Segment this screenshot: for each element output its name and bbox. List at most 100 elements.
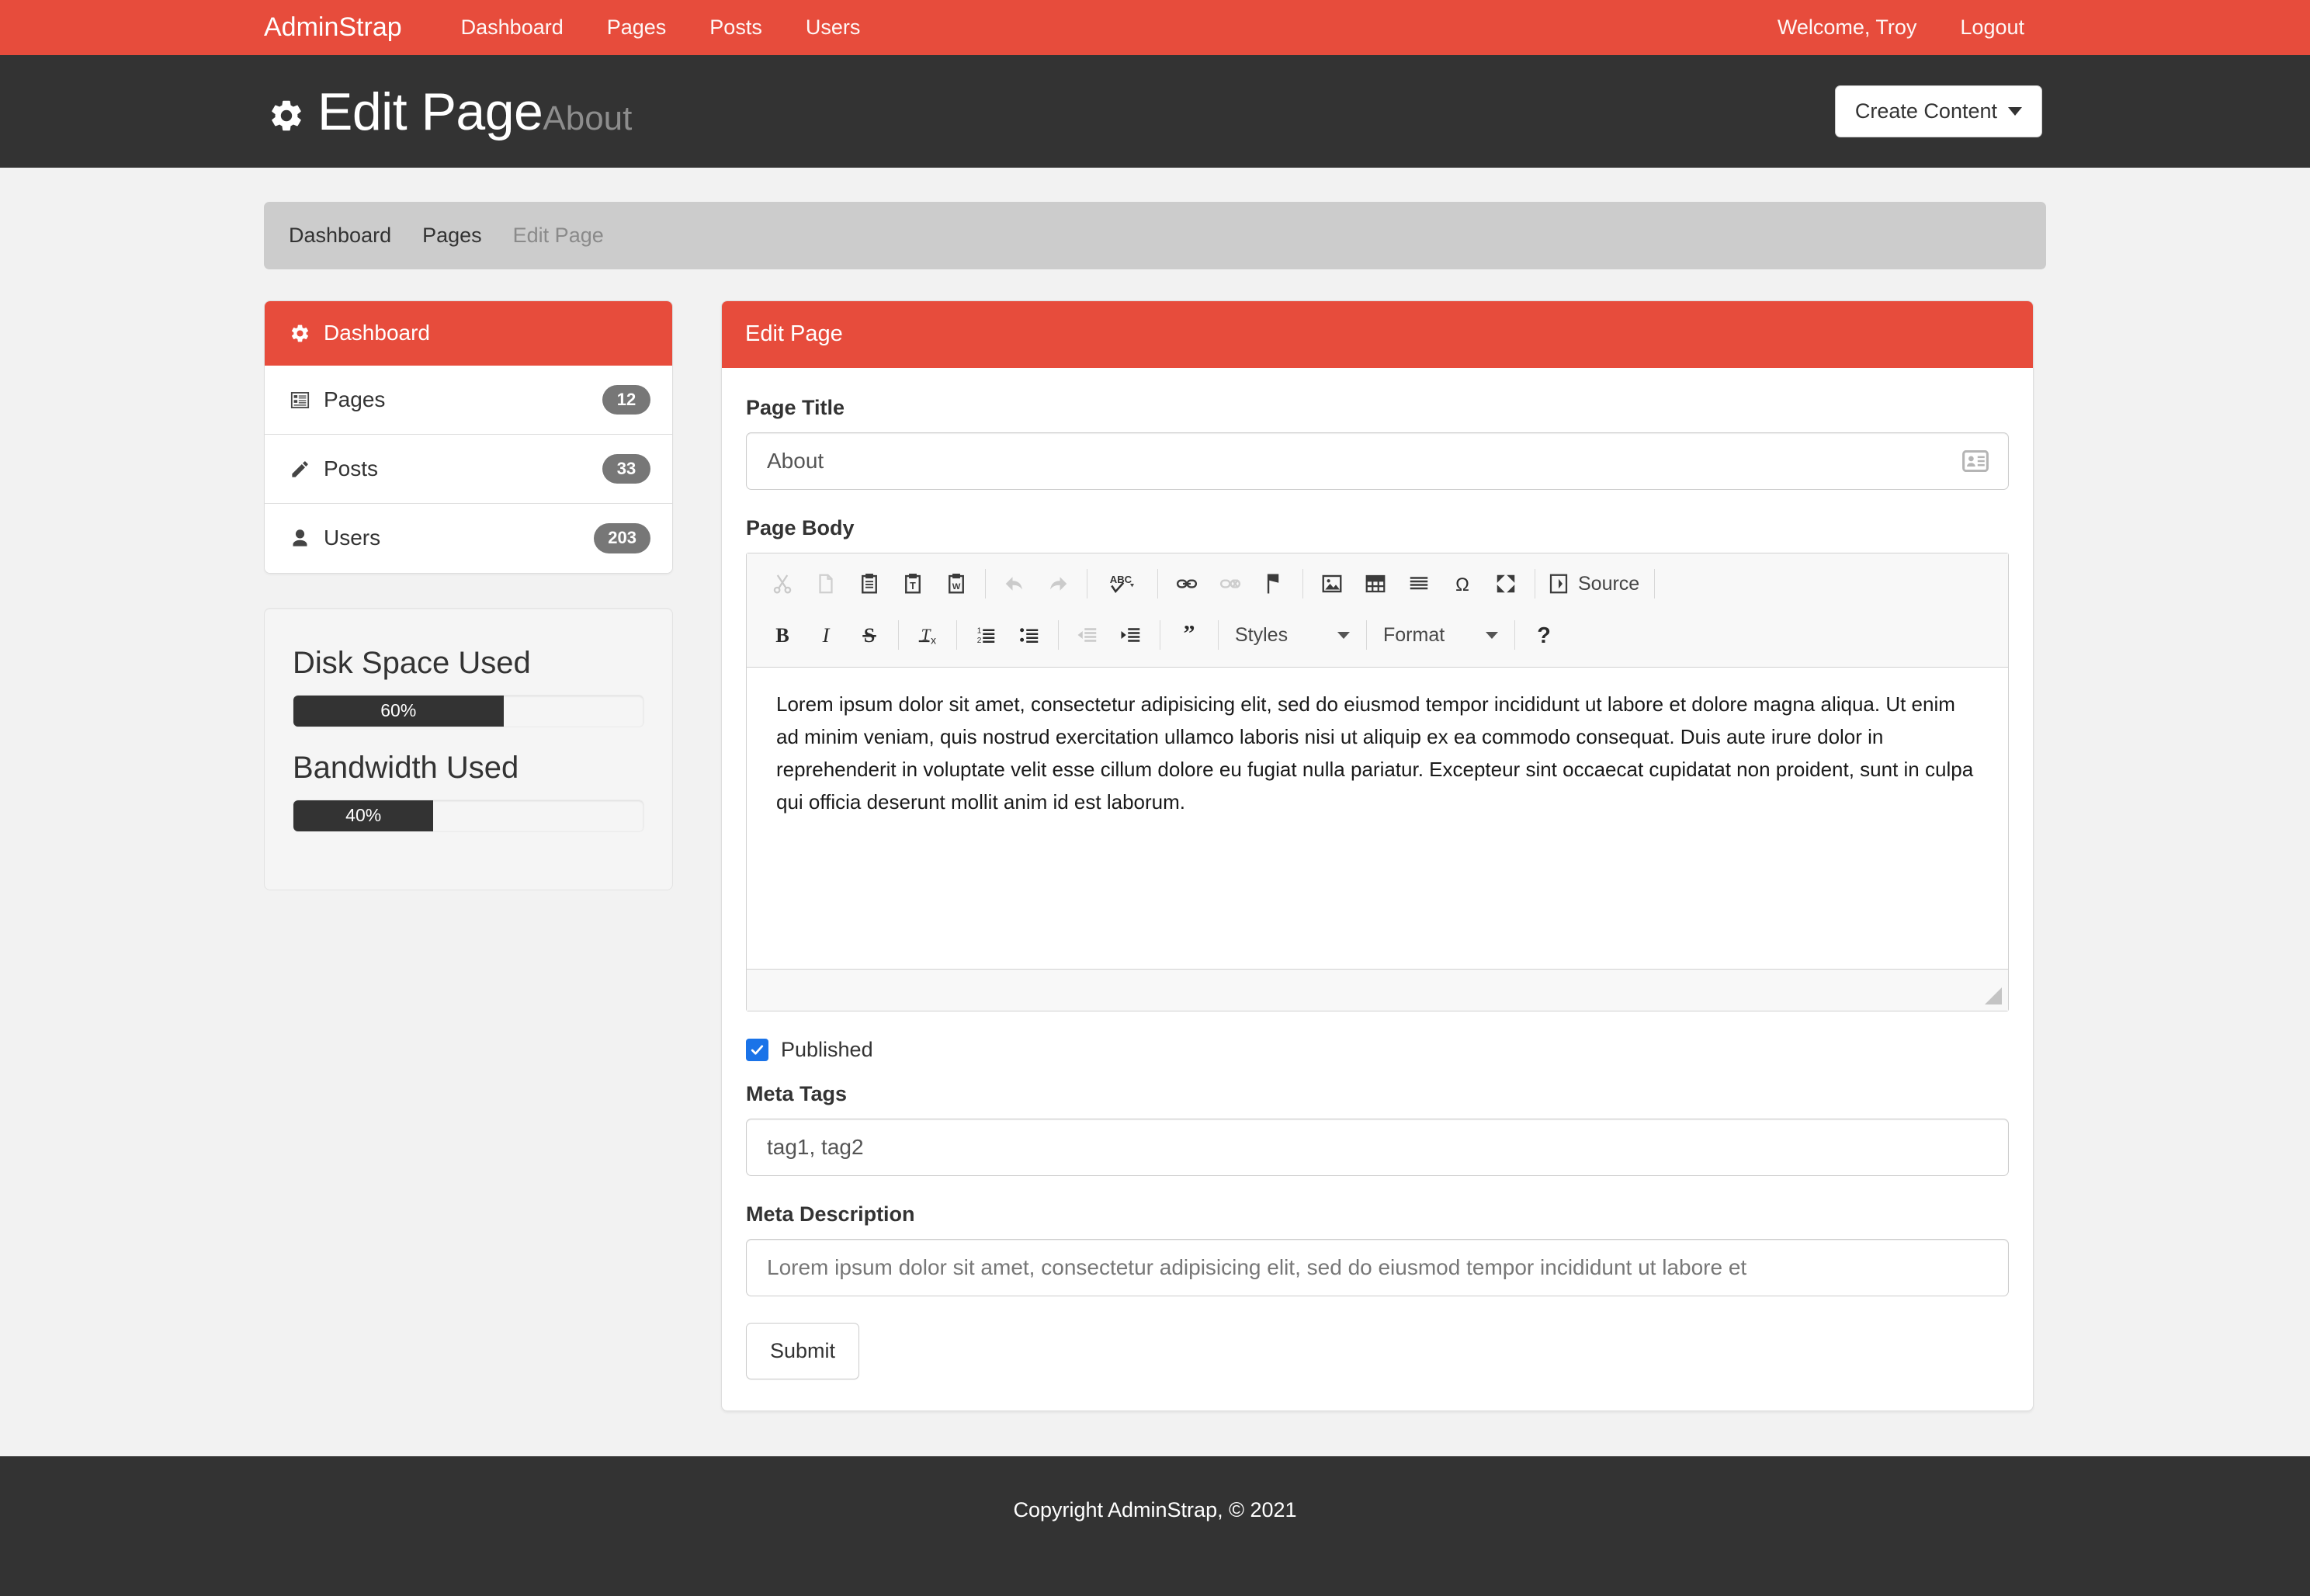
unlink-icon[interactable]: [1209, 564, 1252, 604]
page-header: Edit Page About Create Content: [0, 55, 2310, 168]
svg-text:ABC: ABC: [1110, 574, 1132, 585]
page-title-input[interactable]: [746, 432, 2009, 490]
sidebar-item-posts[interactable]: Posts 33: [265, 435, 672, 504]
svg-text:2: 2: [977, 637, 982, 645]
toolbar-separator: [1058, 620, 1059, 650]
rich-text-editor: T W: [746, 553, 2009, 1011]
toolbar-separator: [898, 620, 899, 650]
source-label: Source: [1578, 573, 1639, 595]
toolbar-separator: [956, 620, 957, 650]
meta-tags-label: Meta Tags: [746, 1082, 2009, 1106]
numbered-list-icon[interactable]: 12: [964, 615, 1008, 655]
top-navbar: AdminStrap Dashboard Pages Posts Users W…: [0, 0, 2310, 55]
page-body-group: Page Body: [746, 516, 2009, 1011]
outdent-icon[interactable]: [1066, 615, 1109, 655]
sidebar-nav-list: Dashboard: [264, 300, 673, 574]
page-title-label: Page Title: [746, 396, 2009, 420]
chevron-down-icon: [1337, 632, 1350, 639]
nav-link-posts[interactable]: Posts: [688, 16, 784, 40]
usage-stats-panel: Disk Space Used 60% Bandwidth Used 40%: [264, 608, 673, 890]
page-title-group: Edit Page About: [268, 85, 632, 138]
submit-button[interactable]: Submit: [746, 1323, 859, 1379]
anchor-icon[interactable]: [1252, 564, 1295, 604]
bandwidth-progress: 40%: [293, 800, 644, 832]
sidebar-item-users[interactable]: Users 203: [265, 504, 672, 572]
breadcrumb-item-pages[interactable]: Pages: [422, 224, 482, 248]
link-icon[interactable]: [1165, 564, 1209, 604]
svg-text:Ω: Ω: [1455, 574, 1469, 595]
paste-text-icon[interactable]: T: [891, 564, 935, 604]
table-icon[interactable]: [1354, 564, 1397, 604]
create-content-button[interactable]: Create Content: [1835, 85, 2042, 137]
blockquote-icon[interactable]: ”: [1167, 615, 1211, 655]
horizontal-rule-icon[interactable]: [1397, 564, 1441, 604]
maximize-icon[interactable]: [1484, 564, 1528, 604]
sidebar-item-dashboard[interactable]: Dashboard: [265, 301, 672, 366]
editor-toolbar-row-2: B I S: [753, 609, 2002, 661]
sidebar-badge-users: 203: [594, 523, 650, 553]
spellcheck-icon[interactable]: ABC: [1094, 564, 1150, 604]
styles-dropdown[interactable]: Styles: [1226, 615, 1359, 655]
format-dropdown[interactable]: Format: [1374, 615, 1507, 655]
page-body-label: Page Body: [746, 516, 2009, 540]
bandwidth-progress-bar: 40%: [293, 800, 433, 831]
cut-icon[interactable]: [761, 564, 804, 604]
editor-content-area[interactable]: Lorem ipsum dolor sit amet, consectetur …: [747, 668, 2008, 969]
main-content: Edit Page Page Title: [721, 300, 2034, 1411]
toolbar-separator: [985, 569, 986, 598]
gear-icon: [268, 97, 305, 134]
edit-page-panel: Edit Page Page Title: [721, 300, 2034, 1411]
special-char-icon[interactable]: Ω: [1441, 564, 1484, 604]
primary-nav: Dashboard Pages Posts Users: [439, 16, 883, 40]
resize-handle-icon[interactable]: [1985, 987, 2002, 1004]
nav-link-logout[interactable]: Logout: [1938, 16, 2046, 40]
source-button[interactable]: Source: [1542, 572, 1647, 595]
panel-heading: Edit Page: [722, 301, 2033, 368]
meta-description-input[interactable]: [746, 1239, 2009, 1296]
italic-icon[interactable]: I: [804, 615, 848, 655]
image-icon[interactable]: [1310, 564, 1354, 604]
nav-link-pages[interactable]: Pages: [585, 16, 688, 40]
bold-icon[interactable]: B: [761, 615, 804, 655]
meta-description-group: Meta Description: [746, 1202, 2009, 1296]
breadcrumb: Dashboard Pages Edit Page: [264, 202, 2046, 269]
paste-icon[interactable]: [848, 564, 891, 604]
strikethrough-icon[interactable]: S: [848, 615, 891, 655]
breadcrumb-item-dashboard[interactable]: Dashboard: [289, 224, 391, 248]
nav-link-dashboard[interactable]: Dashboard: [439, 16, 585, 40]
toolbar-separator: [1218, 620, 1219, 650]
sidebar-badge-pages: 12: [602, 385, 650, 415]
paste-word-icon[interactable]: W: [935, 564, 978, 604]
svg-text:W: W: [952, 582, 961, 592]
svg-text:”: ”: [1184, 623, 1195, 647]
undo-icon[interactable]: [993, 564, 1036, 604]
svg-text:B: B: [775, 624, 789, 647]
toolbar-separator: [1654, 569, 1655, 598]
secondary-nav: Welcome, Troy Logout: [1756, 16, 2046, 40]
redo-icon[interactable]: [1036, 564, 1080, 604]
toolbar-separator: [1302, 569, 1303, 598]
nav-link-users[interactable]: Users: [784, 16, 883, 40]
published-label: Published: [781, 1038, 873, 1062]
disk-space-progress-bar: 60%: [293, 696, 504, 727]
svg-text:I: I: [822, 624, 831, 647]
published-checkbox-row: Published: [746, 1038, 2009, 1062]
remove-format-icon[interactable]: Tx: [906, 615, 949, 655]
published-checkbox[interactable]: [746, 1039, 768, 1061]
copy-icon[interactable]: [804, 564, 848, 604]
bulleted-list-icon[interactable]: [1008, 615, 1051, 655]
brand-link[interactable]: AdminStrap: [264, 12, 402, 43]
meta-tags-input[interactable]: [746, 1119, 2009, 1176]
help-button[interactable]: ?: [1522, 615, 1566, 655]
styles-dropdown-label: Styles: [1235, 624, 1327, 647]
sidebar-item-pages[interactable]: Pages 12: [265, 366, 672, 435]
user-icon: [286, 528, 313, 549]
toolbar-separator: [1514, 620, 1515, 650]
source-icon: [1547, 572, 1570, 595]
sidebar-item-label: Pages: [324, 387, 385, 412]
indent-icon[interactable]: [1109, 615, 1153, 655]
nav-link-welcome[interactable]: Welcome, Troy: [1756, 16, 1939, 40]
chevron-down-icon: [1486, 632, 1498, 639]
page-title-group: Page Title: [746, 396, 2009, 490]
sidebar-item-label: Dashboard: [324, 321, 430, 345]
